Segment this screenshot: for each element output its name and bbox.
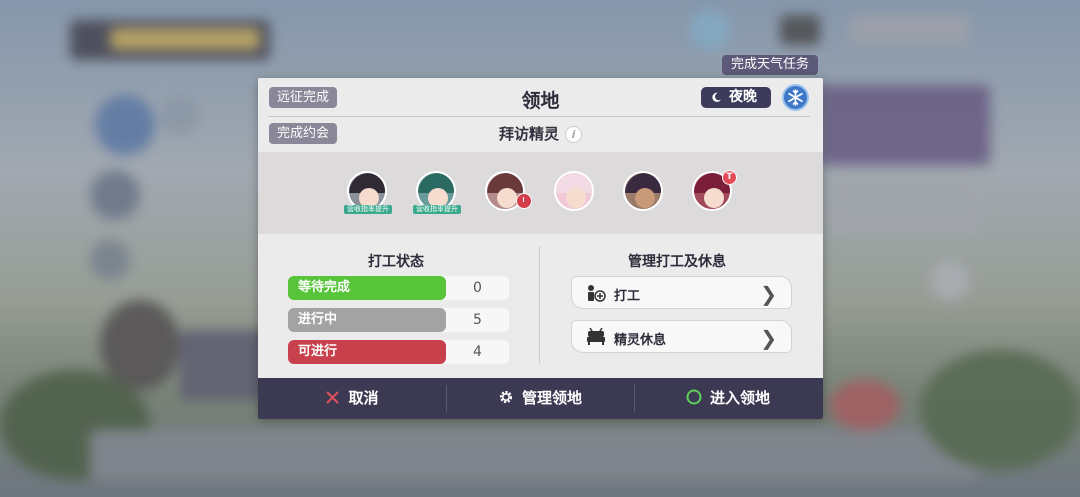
cancel-label: 取消 — [348, 389, 379, 407]
status-row-pending: 等待完成 0 — [288, 276, 509, 300]
chevron-right-icon: ❯ — [760, 326, 777, 350]
enter-territory-label: 进入领地 — [709, 389, 770, 407]
info-icon[interactable]: i — [565, 126, 582, 143]
chevron-right-icon: ❯ — [760, 282, 777, 306]
time-of-day-badge: 夜晚 — [701, 87, 771, 108]
manage-territory-label: 管理领地 — [521, 389, 582, 407]
worker-add-icon — [588, 285, 606, 302]
circle-icon — [686, 389, 702, 405]
close-icon — [326, 391, 340, 404]
status-label: 可进行 — [288, 340, 446, 364]
territory-dialog: 远征完成 领地 夜晚 完成约会 拜访精灵 i 营收指率提升 营收指率提升 T 打… — [258, 78, 823, 419]
enter-territory-button[interactable]: 进入领地 — [634, 378, 822, 419]
spirit-avatar-5[interactable] — [623, 171, 663, 211]
column-divider — [539, 246, 540, 364]
moon-icon — [712, 92, 722, 102]
visit-spirit-label: 拜访精灵 — [498, 125, 559, 143]
t-badge-icon: T — [722, 170, 737, 185]
spirit-avatar-row — [258, 152, 823, 234]
status-row-in-progress: 进行中 5 — [288, 308, 509, 332]
spirit-avatar-4[interactable] — [554, 171, 594, 211]
bed-icon — [587, 328, 605, 345]
work-button[interactable]: 打工 ❯ — [571, 276, 792, 309]
time-of-day-label: 夜晚 — [729, 89, 757, 105]
status-label: 进行中 — [288, 308, 446, 332]
manage-title: 管理打工及休息 — [628, 254, 726, 270]
dialog-header: 远征完成 领地 夜晚 — [258, 78, 823, 116]
avatar-1-boost-badge: 营收指率提升 — [344, 205, 392, 214]
dialog-footer: 取消 管理领地 进入领地 — [258, 378, 823, 419]
status-row-available: 可进行 4 — [288, 340, 509, 364]
snowflake-icon — [788, 89, 803, 106]
manage-territory-button[interactable]: 管理领地 — [446, 378, 634, 419]
spirit-rest-label: 精灵休息 — [614, 333, 667, 348]
weather-task-tag: 完成天气任务 — [722, 55, 819, 75]
visit-spirit-heading: 拜访精灵 i — [258, 123, 823, 144]
weather-button[interactable] — [782, 84, 809, 111]
work-status-title: 打工状态 — [368, 254, 424, 270]
gear-icon — [499, 390, 513, 404]
work-button-label: 打工 — [614, 289, 641, 304]
spirit-rest-button[interactable]: 精灵休息 ❯ — [571, 320, 792, 353]
status-value: 0 — [473, 280, 482, 296]
avatar-2-boost-badge: 营收指率提升 — [413, 205, 461, 214]
status-value: 4 — [473, 344, 482, 360]
status-value: 5 — [473, 312, 482, 328]
cancel-button[interactable]: 取消 — [258, 378, 446, 419]
header-divider — [268, 116, 810, 117]
status-label: 等待完成 — [288, 276, 446, 300]
clock-icon — [516, 193, 532, 209]
